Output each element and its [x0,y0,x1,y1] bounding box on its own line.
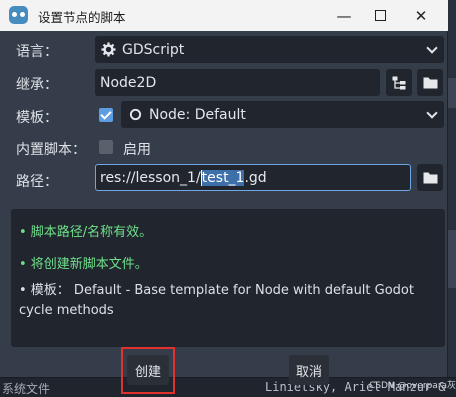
path-folder-button[interactable] [417,164,443,191]
gear-icon [101,42,116,57]
language-label: 语言： [16,44,58,60]
godot-icon [9,6,28,24]
inherits-tree-button[interactable] [386,69,412,96]
info-path-valid: • 脚本路径/名称有效。 [19,225,153,240]
info-template: • 模板： Default - Base template for Node w… [19,283,414,318]
node-icon [129,108,142,121]
cancel-button-label: 取消 [295,364,322,380]
minimize-button[interactable]: — [326,0,362,31]
cancel-button[interactable]: 取消 [289,355,329,385]
watermark: CSDN @overpara灰 [369,381,456,391]
path-input[interactable]: res://lesson_1/test_1 .gd [95,164,411,191]
builtin-label: 内置脚本： [16,142,86,158]
folder-icon [423,172,437,184]
builtin-checkbox[interactable] [99,140,113,154]
window-title: 设置节点的脚本 [38,10,126,25]
template-checkbox[interactable] [99,108,113,122]
title-bar: 设置节点的脚本 — ✕ [0,0,448,31]
attach-script-dialog: 设置节点的脚本 — ✕ 语言： GDScript 继承： Node2D 模板： … [0,0,448,385]
maximize-icon [374,10,386,21]
language-value: GDScript [122,41,185,58]
maximize-button[interactable] [362,0,398,31]
inherits-label: 继承： [16,77,58,93]
editor-bottom-strip: 系统文件 Linietsky, Ariel Manzur & CSDN @ove… [0,377,456,397]
path-selected-text: test_1 [201,169,245,186]
chevron-down-icon [426,107,438,119]
close-button[interactable]: ✕ [403,0,439,31]
inherits-input[interactable]: Node2D [95,69,380,96]
language-select[interactable]: GDScript [95,36,444,63]
inherits-folder-button[interactable] [417,69,443,96]
template-label: 模板： [16,110,58,126]
folder-icon [423,77,437,89]
template-select[interactable]: Node: Default [121,101,444,128]
path-label: 路径： [16,174,58,190]
path-suffix: .gd [244,169,267,186]
editor-right-edge [447,0,456,397]
chevron-down-icon [426,42,438,54]
minimize-icon: — [336,6,352,25]
annotation-highlight-box [121,347,175,394]
path-prefix: res://lesson_1/ [100,169,201,186]
info-panel: • 脚本路径/名称有效。 • 将创建新脚本文件。 • 模板： Default -… [11,209,445,347]
inherits-value: Node2D [100,74,157,91]
filesystem-tab[interactable]: 系统文件 [2,380,50,397]
info-new-file: • 将创建新脚本文件。 [19,257,148,272]
template-value: Node: Default [149,106,246,123]
builtin-option-label: 启用 [123,142,151,158]
node-tree-icon [392,76,406,89]
close-icon: ✕ [414,6,428,25]
